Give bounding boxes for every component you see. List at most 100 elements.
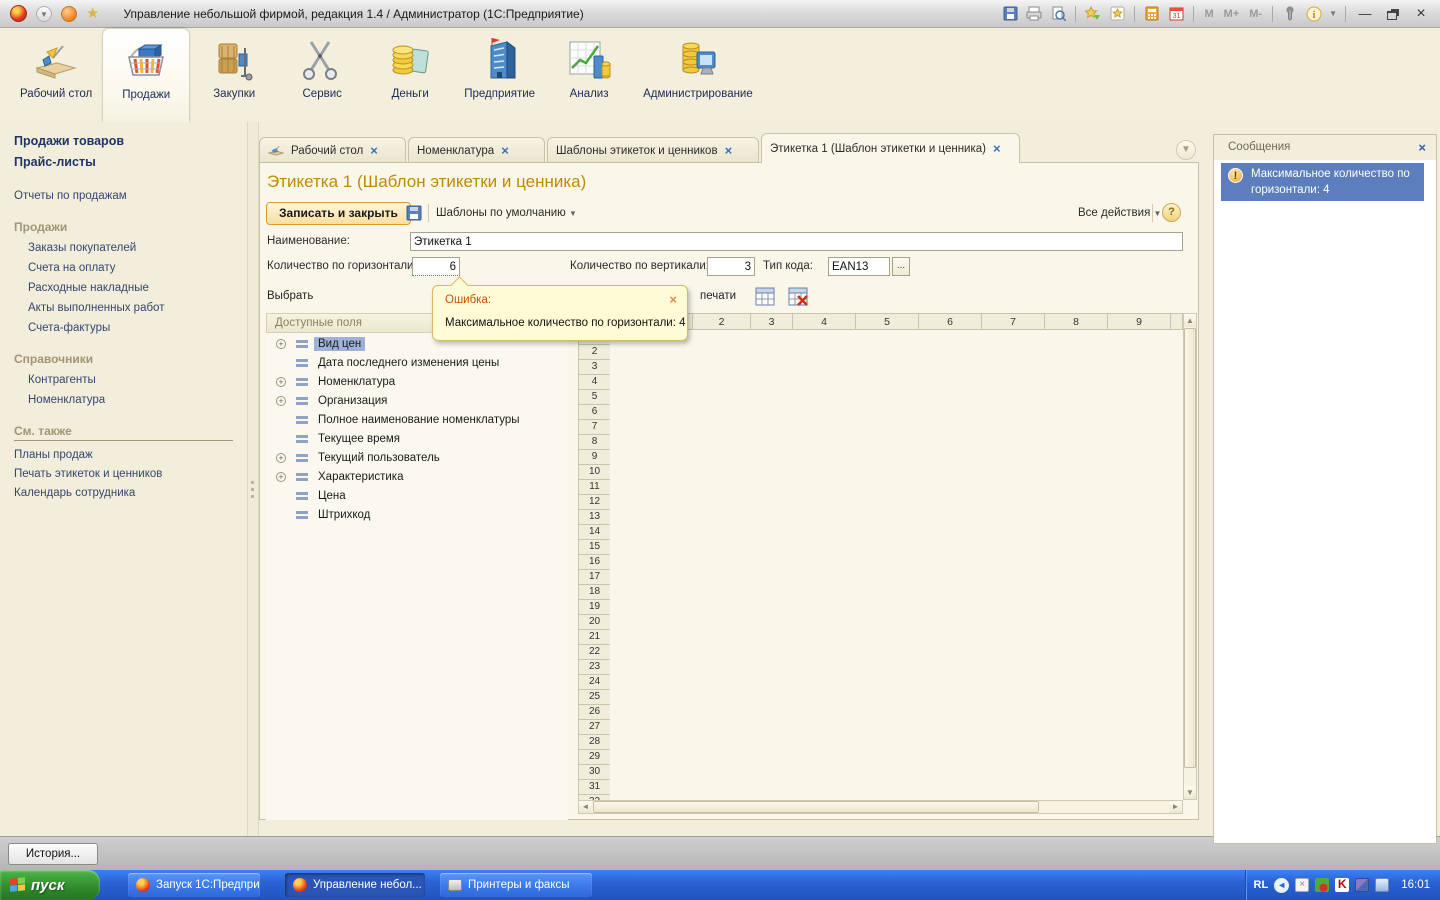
language-indicator[interactable]: RL bbox=[1254, 879, 1269, 891]
tab-close-icon[interactable]: × bbox=[501, 145, 509, 157]
expand-icon[interactable]: + bbox=[276, 339, 286, 349]
expand-icon[interactable]: + bbox=[276, 472, 286, 482]
vertical-scroll-thumb[interactable] bbox=[1184, 328, 1196, 768]
vertical-count-input[interactable] bbox=[707, 257, 755, 276]
row-header-27[interactable]: 27 bbox=[579, 720, 610, 735]
message-item[interactable]: ! Максимальное количество по горизонтали… bbox=[1221, 163, 1424, 201]
ribbon-item-analysis[interactable]: Анализ bbox=[545, 28, 633, 122]
row-header-29[interactable]: 29 bbox=[579, 750, 610, 765]
sidebar-item-sales-reports[interactable]: Отчеты по продажам bbox=[14, 190, 247, 202]
row-header-25[interactable]: 25 bbox=[579, 690, 610, 705]
sidebar-item-sales-of-goods[interactable]: Продажи товаров bbox=[14, 134, 247, 148]
sidebar-item-customer-orders[interactable]: Заказы покупателей bbox=[28, 242, 247, 254]
main-menu-arrow-icon[interactable]: ▼ bbox=[36, 6, 52, 22]
all-actions-menu[interactable]: Все действия ▼ bbox=[1078, 207, 1161, 219]
column-header-4[interactable]: 4 bbox=[793, 313, 856, 330]
field-item-2[interactable]: +Номенклатура bbox=[266, 372, 568, 391]
tab-desktop[interactable]: Рабочий стол × bbox=[259, 137, 406, 163]
save-icon[interactable] bbox=[1001, 5, 1019, 23]
scroll-down-icon[interactable]: ▼ bbox=[1184, 786, 1196, 799]
history-button[interactable]: История... bbox=[8, 843, 98, 865]
tabs-overflow-button[interactable]: ▼ bbox=[1176, 140, 1196, 160]
info-dropdown-arrow-icon[interactable]: ▼ bbox=[1329, 9, 1337, 18]
tray-network-icon[interactable] bbox=[1355, 878, 1369, 892]
sidebar-item-nomenclature[interactable]: Номенклатура bbox=[28, 394, 247, 406]
tray-antivirus-icon[interactable] bbox=[1315, 878, 1329, 892]
row-header-13[interactable]: 13 bbox=[579, 510, 610, 525]
favorites-list-icon[interactable] bbox=[1108, 5, 1126, 23]
sidebar-item-counterparties[interactable]: Контрагенты bbox=[28, 374, 247, 386]
sidebar-item-sales-plans[interactable]: Планы продаж bbox=[14, 449, 247, 461]
add-favorite-icon[interactable] bbox=[1084, 5, 1102, 23]
save-icon-button[interactable] bbox=[404, 203, 424, 223]
print-icon[interactable] bbox=[1025, 5, 1043, 23]
field-item-8[interactable]: Цена bbox=[266, 486, 568, 505]
sidebar-item-print-labels[interactable]: Печать этикеток и ценников bbox=[14, 468, 247, 480]
quick-access-icon[interactable] bbox=[61, 6, 77, 22]
sidebar-item-invoices-for-payment[interactable]: Счета на оплату bbox=[28, 262, 247, 274]
column-header-3[interactable]: 3 bbox=[751, 313, 793, 330]
settings-wrench-icon[interactable] bbox=[1281, 5, 1299, 23]
tray-collapse-icon[interactable]: ◄ bbox=[1274, 878, 1289, 893]
horizontal-count-input[interactable] bbox=[412, 257, 460, 276]
memory-store-button[interactable]: M bbox=[1202, 8, 1215, 20]
field-item-4[interactable]: Полное наименование номенклатуры bbox=[266, 410, 568, 429]
column-header-9[interactable]: 9 bbox=[1108, 313, 1171, 330]
column-header-2[interactable]: 2 bbox=[693, 313, 751, 330]
tab-close-icon[interactable]: × bbox=[993, 143, 1001, 155]
row-header-17[interactable]: 17 bbox=[579, 570, 610, 585]
sidebar-splitter[interactable] bbox=[247, 122, 259, 836]
help-button[interactable]: ? bbox=[1162, 203, 1181, 222]
sidebar-item-vat-invoices[interactable]: Счета-фактуры bbox=[28, 322, 247, 334]
taskbar-item-printers[interactable]: Принтеры и факсы bbox=[440, 873, 592, 897]
column-header-6[interactable]: 6 bbox=[919, 313, 982, 330]
row-header-24[interactable]: 24 bbox=[579, 675, 610, 690]
memory-add-button[interactable]: M+ bbox=[1222, 8, 1242, 20]
row-header-6[interactable]: 6 bbox=[579, 405, 610, 420]
start-button[interactable]: пуск bbox=[0, 870, 100, 900]
row-header-28[interactable]: 28 bbox=[579, 735, 610, 750]
code-type-input[interactable] bbox=[828, 257, 890, 276]
row-header-4[interactable]: 4 bbox=[579, 375, 610, 390]
memory-subtract-button[interactable]: M- bbox=[1247, 8, 1264, 20]
taskbar-item-1c-launcher[interactable]: Запуск 1С:Предпри... bbox=[128, 873, 260, 897]
print-preview-icon[interactable] bbox=[1049, 5, 1067, 23]
favorites-star-icon[interactable]: ★ bbox=[86, 6, 99, 22]
field-item-1[interactable]: Дата последнего изменения цены bbox=[266, 353, 568, 372]
row-header-14[interactable]: 14 bbox=[579, 525, 610, 540]
row-header-12[interactable]: 12 bbox=[579, 495, 610, 510]
tray-app-icon[interactable]: × bbox=[1295, 878, 1309, 892]
vertical-scrollbar[interactable]: ▲ ▼ bbox=[1183, 313, 1197, 800]
sidebar-item-sales-invoices[interactable]: Расходные накладные bbox=[28, 282, 247, 294]
row-header-5[interactable]: 5 bbox=[579, 390, 610, 405]
row-header-15[interactable]: 15 bbox=[579, 540, 610, 555]
ribbon-item-money[interactable]: Деньги bbox=[366, 28, 454, 122]
row-header-21[interactable]: 21 bbox=[579, 630, 610, 645]
scroll-up-icon[interactable]: ▲ bbox=[1184, 314, 1196, 327]
ribbon-item-administration[interactable]: Администрирование bbox=[633, 28, 763, 122]
select-button[interactable]: Выбрать bbox=[267, 290, 313, 302]
row-header-10[interactable]: 10 bbox=[579, 465, 610, 480]
row-header-23[interactable]: 23 bbox=[579, 660, 610, 675]
calculator-icon[interactable] bbox=[1143, 5, 1161, 23]
ribbon-item-purchases[interactable]: Закупки bbox=[190, 28, 278, 122]
horizontal-scroll-thumb[interactable] bbox=[593, 801, 1039, 813]
name-input[interactable] bbox=[410, 232, 1183, 251]
expand-icon[interactable]: + bbox=[276, 377, 286, 387]
scroll-left-icon[interactable]: ◄ bbox=[579, 801, 592, 813]
column-header-8[interactable]: 8 bbox=[1045, 313, 1108, 330]
messages-close-icon[interactable]: × bbox=[1418, 140, 1426, 155]
ribbon-item-sales[interactable]: Продажи bbox=[102, 28, 190, 122]
sidebar-item-employee-calendar[interactable]: Календарь сотрудника bbox=[14, 487, 247, 499]
code-type-picker-button[interactable]: ... bbox=[892, 257, 910, 276]
tab-label-templates[interactable]: Шаблоны этикеток и ценников × bbox=[547, 137, 759, 163]
minimize-button[interactable]: — bbox=[1354, 5, 1376, 23]
ribbon-item-enterprise[interactable]: Предприятие bbox=[454, 28, 545, 122]
row-header-22[interactable]: 22 bbox=[579, 645, 610, 660]
field-item-7[interactable]: +Характеристика bbox=[266, 467, 568, 486]
row-header-19[interactable]: 19 bbox=[579, 600, 610, 615]
tab-nomenclature[interactable]: Номенклатура × bbox=[408, 137, 545, 163]
row-header-3[interactable]: 3 bbox=[579, 360, 610, 375]
row-header-20[interactable]: 20 bbox=[579, 615, 610, 630]
remove-print-area-icon[interactable] bbox=[788, 286, 808, 306]
